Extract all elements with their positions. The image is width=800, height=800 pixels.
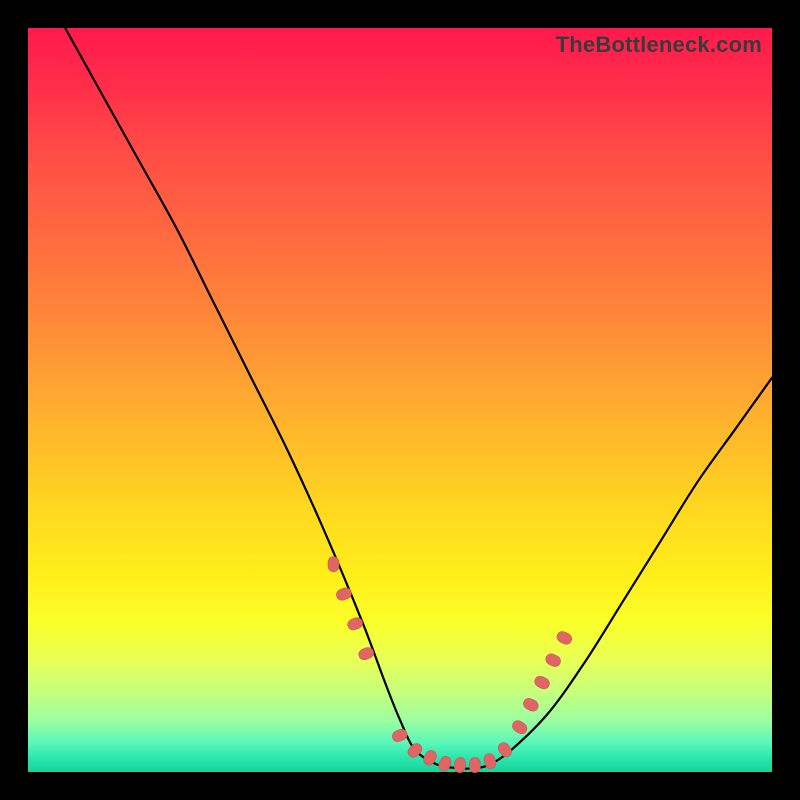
highlight-marker: [510, 719, 529, 736]
highlight-marker: [454, 757, 466, 773]
highlight-marker: [522, 697, 540, 714]
highlight-marker: [469, 758, 480, 773]
highlight-marker: [391, 728, 409, 744]
highlight-markers: [328, 557, 574, 773]
bottleneck-curve-path: [65, 28, 772, 769]
highlight-marker: [533, 674, 551, 691]
chart-frame: TheBottleneck.com: [0, 0, 800, 800]
highlight-marker: [328, 557, 339, 572]
highlight-marker: [555, 630, 573, 647]
chart-svg: [28, 28, 772, 772]
plot-area: TheBottleneck.com: [28, 28, 772, 772]
highlight-marker: [335, 586, 353, 602]
highlight-marker: [437, 755, 453, 773]
highlight-marker: [496, 740, 514, 759]
highlight-marker: [544, 652, 562, 669]
